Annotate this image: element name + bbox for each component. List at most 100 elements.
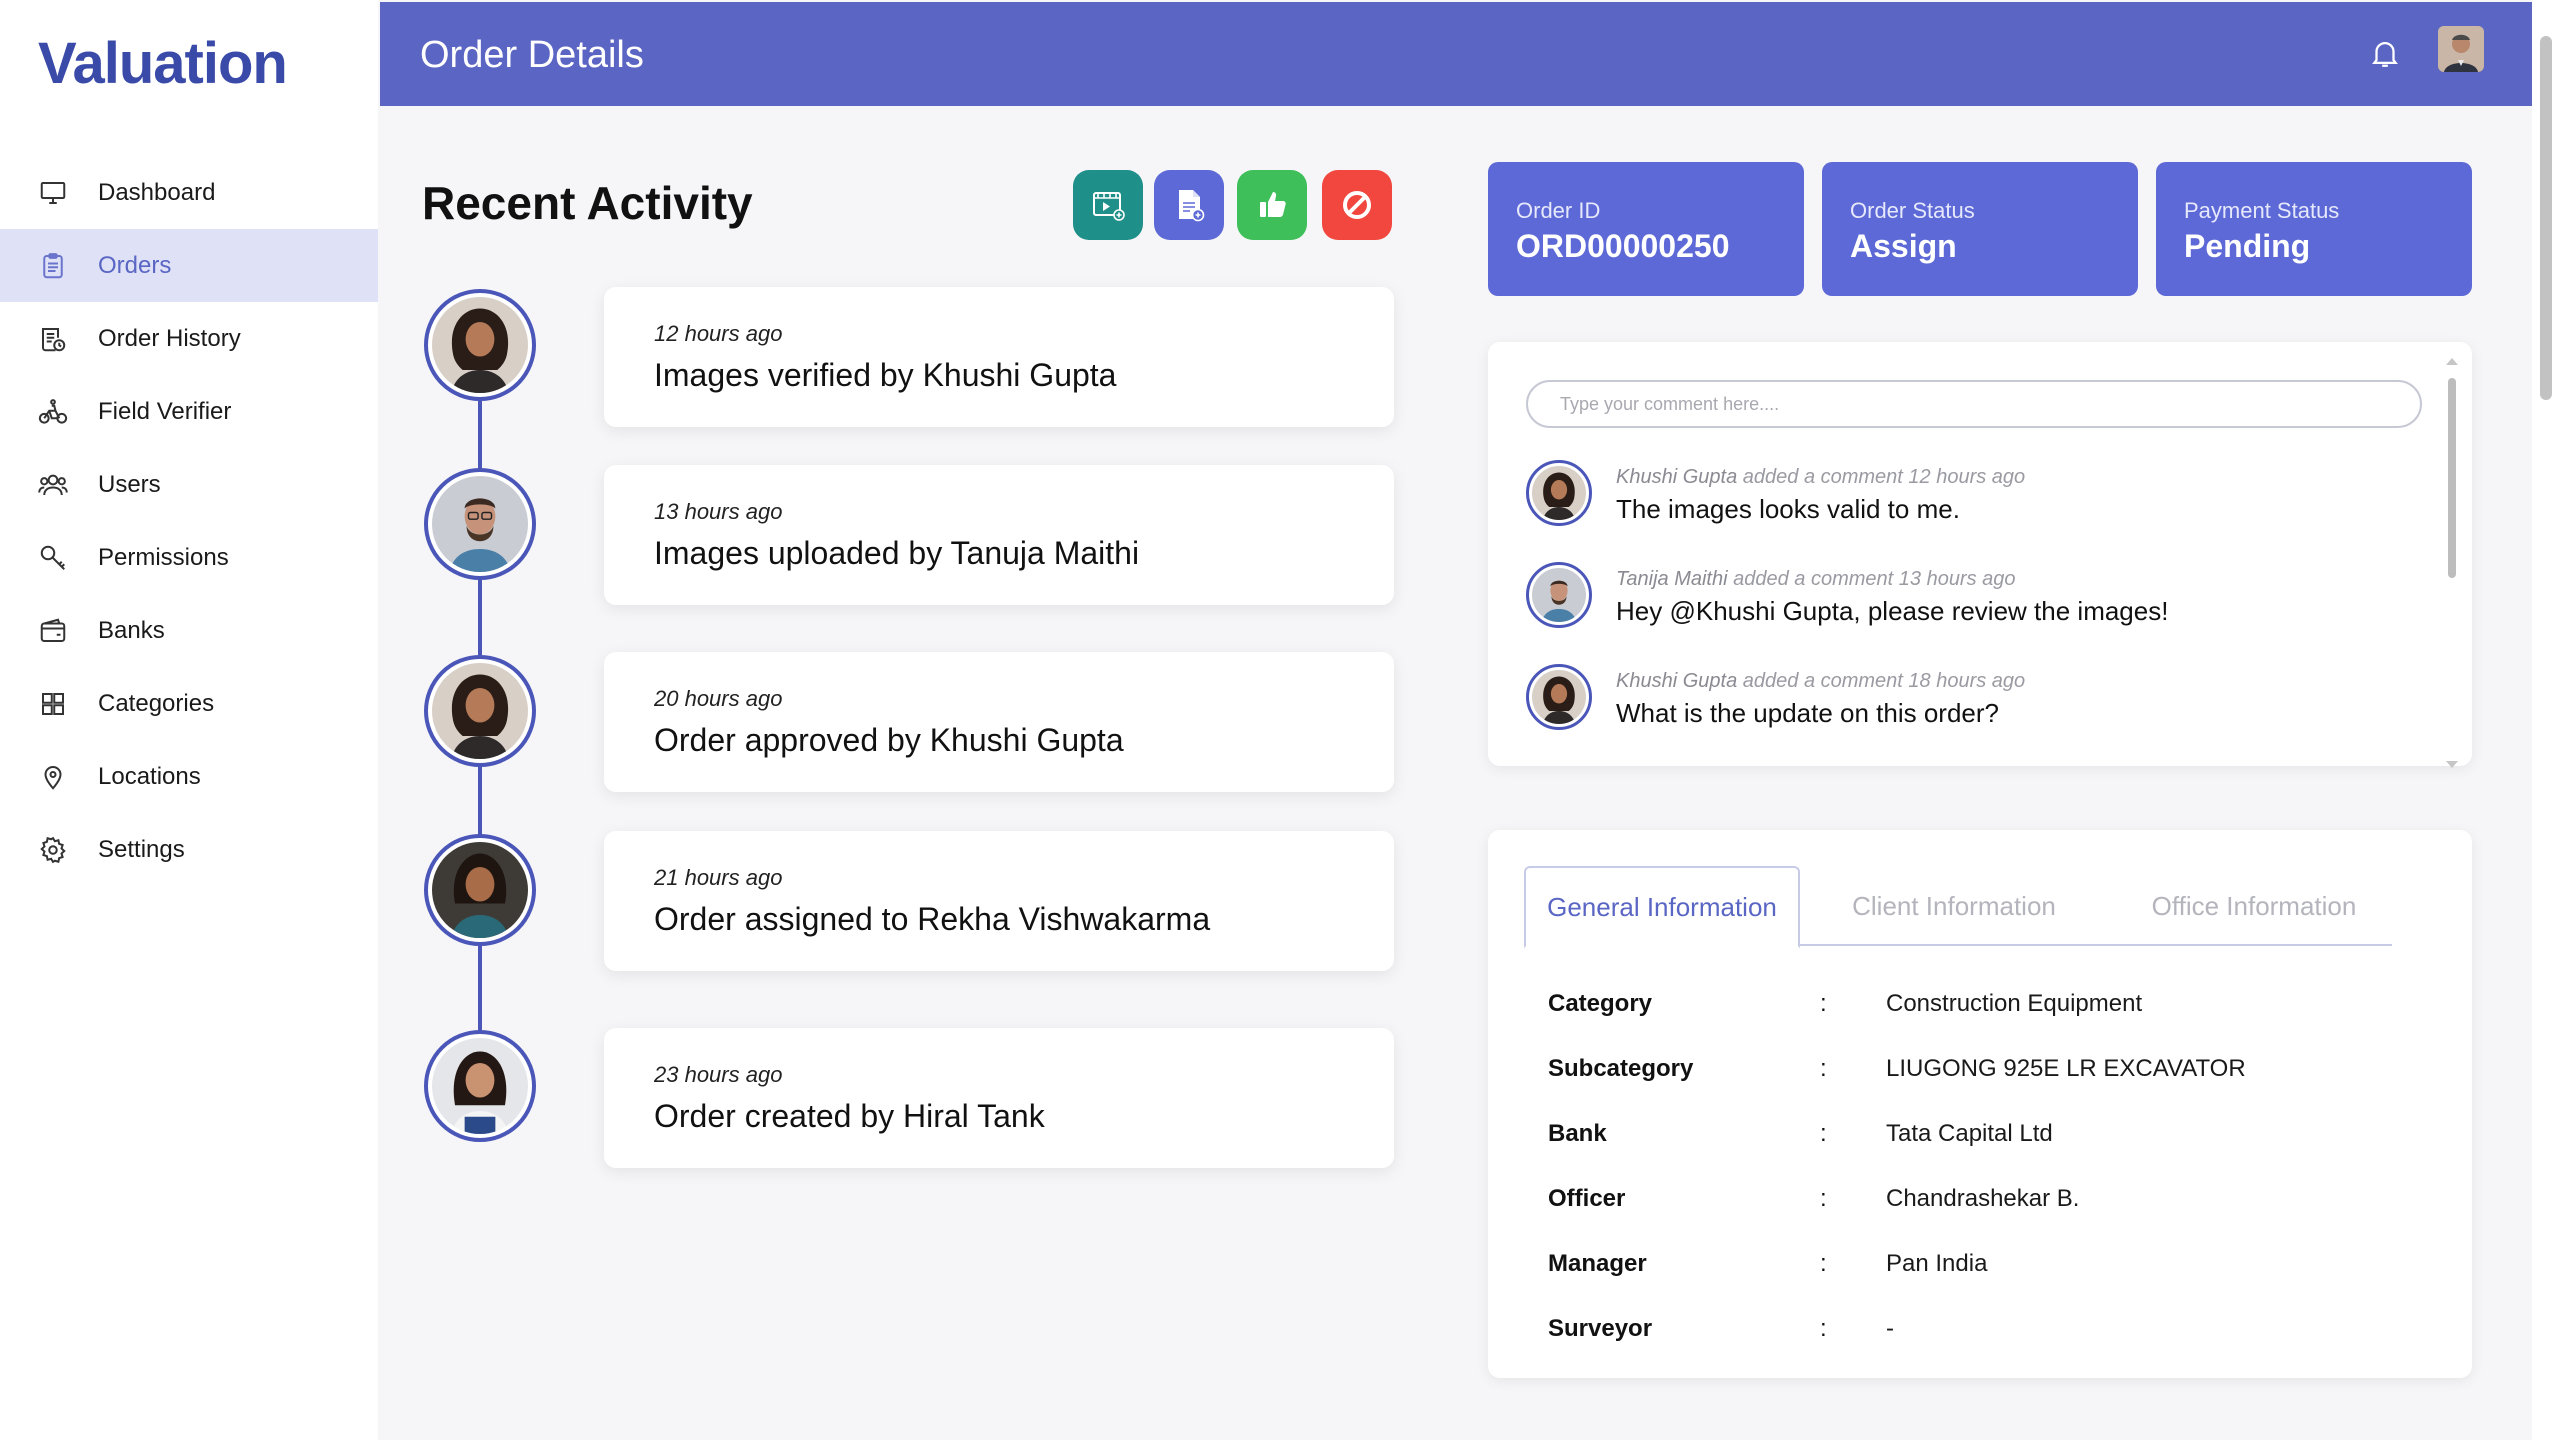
info-key: Subcategory xyxy=(1548,1055,1694,1082)
order-status-card: Order Status Assign xyxy=(1822,162,2138,296)
activity-text: Images uploaded by Tanuja Maithi xyxy=(654,535,1140,571)
sidebar-item-dashboard[interactable]: Dashboard xyxy=(0,156,378,229)
tab-client-information[interactable]: Client Information xyxy=(1814,866,2094,946)
comment-author[interactable]: Khushi Gupta xyxy=(1616,670,1737,692)
comment-text: The images looks valid to me. xyxy=(1616,494,1960,524)
info-key: Bank xyxy=(1548,1120,1607,1147)
order-id-card: Order ID ORD00000250 xyxy=(1488,162,1804,296)
video-gallery-icon xyxy=(1093,192,1125,221)
gear-icon xyxy=(36,833,70,867)
info-row-surveyor: Surveyor : - xyxy=(1548,1315,2368,1355)
info-key: Surveyor xyxy=(1548,1315,1653,1342)
top-header: Order Details xyxy=(380,2,2532,106)
tab-general-information[interactable]: General Information xyxy=(1524,866,1800,948)
order-status-value: Assign xyxy=(1850,228,1957,264)
clipboard-icon xyxy=(36,249,70,283)
comment-item: Tanija Maithi added a comment 13 hours a… xyxy=(1526,562,2426,642)
info-row-subcategory: Subcategory : LIUGONG 925E LR EXCAVATOR xyxy=(1548,1055,2368,1095)
activity-card: 21 hours ago Order assigned to Rekha Vis… xyxy=(604,831,1394,971)
add-document-button[interactable] xyxy=(1154,170,1224,240)
sidebar-item-settings[interactable]: Settings xyxy=(0,813,378,886)
activity-avatar xyxy=(424,289,536,401)
scroll-thumb[interactable] xyxy=(2448,378,2456,578)
approve-button[interactable] xyxy=(1237,170,1307,240)
video-gallery-button[interactable] xyxy=(1073,170,1143,240)
activity-card: 13 hours ago Images uploaded by Tanuja M… xyxy=(604,465,1394,605)
comment-item: Khushi Gupta added a comment 18 hours ag… xyxy=(1526,664,2426,744)
motorbike-icon xyxy=(36,395,70,429)
comment-meta: Khushi Gupta added a comment 12 hours ag… xyxy=(1616,466,2025,489)
activity-time: 13 hours ago xyxy=(654,499,783,524)
location-pin-icon xyxy=(36,760,70,794)
activity-text: Order approved by Khushi Gupta xyxy=(654,722,1124,758)
order-id-value: ORD00000250 xyxy=(1516,228,1730,264)
info-row-manager: Manager : Pan India xyxy=(1548,1250,2368,1290)
sidebar-item-categories[interactable]: Categories xyxy=(0,667,378,740)
comments-scrollbar[interactable] xyxy=(2446,358,2458,768)
activity-time: 12 hours ago xyxy=(654,321,783,346)
key-icon xyxy=(36,541,70,575)
comments-panel: Khushi Gupta added a comment 12 hours ag… xyxy=(1488,342,2472,768)
info-separator: : xyxy=(1820,1315,1827,1342)
scroll-up-arrow-icon[interactable] xyxy=(2446,358,2458,365)
payment-status-label: Payment Status xyxy=(2184,198,2340,223)
thumbs-up-icon xyxy=(1260,192,1286,217)
order-id-label: Order ID xyxy=(1516,198,1601,223)
wallet-icon xyxy=(36,614,70,648)
info-tabs: General Information Client Information O… xyxy=(1524,866,2394,948)
info-row-category: Category : Construction Equipment xyxy=(1548,990,2368,1030)
bell-icon[interactable] xyxy=(2368,36,2402,70)
sidebar-item-label: Categories xyxy=(98,689,215,717)
sidebar-item-order-history[interactable]: Order History xyxy=(0,302,378,375)
info-value: Pan India xyxy=(1886,1250,1988,1277)
app-logo[interactable]: Valuation xyxy=(38,30,288,97)
comment-input[interactable] xyxy=(1526,380,2422,428)
order-status-label: Order Status xyxy=(1850,198,1975,223)
sidebar-item-label: Permissions xyxy=(98,543,229,571)
block-icon xyxy=(1343,191,1371,219)
sidebar-item-users[interactable]: Users xyxy=(0,448,378,521)
info-key: Category xyxy=(1548,990,1653,1017)
activity-text: Images verified by Khushi Gupta xyxy=(654,357,1117,393)
sidebar-item-permissions[interactable]: Permissions xyxy=(0,521,378,594)
info-value: Tata Capital Ltd xyxy=(1886,1120,2053,1147)
info-key: Officer xyxy=(1548,1185,1626,1212)
sidebar-item-orders[interactable]: Orders xyxy=(0,229,378,302)
sidebar-item-label: Users xyxy=(98,470,161,498)
info-key: Manager xyxy=(1548,1250,1647,1277)
page-scrollbar[interactable] xyxy=(2532,0,2560,1440)
sidebar-item-banks[interactable]: Banks xyxy=(0,594,378,667)
comment-meta: Tanija Maithi added a comment 13 hours a… xyxy=(1616,568,2016,591)
activity-card: 23 hours ago Order created by Hiral Tank xyxy=(604,1028,1394,1168)
grid-icon xyxy=(36,687,70,721)
user-avatar[interactable] xyxy=(2438,26,2484,72)
activity-card: 20 hours ago Order approved by Khushi Gu… xyxy=(604,652,1394,792)
scroll-down-arrow-icon[interactable] xyxy=(2446,761,2458,768)
information-panel: General Information Client Information O… xyxy=(1488,830,2472,1378)
users-icon xyxy=(36,468,70,502)
page-scroll-thumb[interactable] xyxy=(2540,36,2552,400)
sidebar-item-locations[interactable]: Locations xyxy=(0,740,378,813)
comment-action: added a comment 13 hours ago xyxy=(1733,568,2016,590)
sidebar-item-field-verifier[interactable]: Field Verifier xyxy=(0,375,378,448)
history-doc-icon xyxy=(36,322,70,356)
info-row-bank: Bank : Tata Capital Ltd xyxy=(1548,1120,2368,1160)
info-value: Chandrashekar B. xyxy=(1886,1185,2080,1212)
payment-status-card: Payment Status Pending xyxy=(2156,162,2472,296)
activity-time: 21 hours ago xyxy=(654,865,783,890)
info-separator: : xyxy=(1820,1055,1827,1082)
reject-button[interactable] xyxy=(1322,170,1392,240)
comment-text: What is the update on this order? xyxy=(1616,698,2000,728)
comment-author[interactable]: Tanija Maithi xyxy=(1616,568,1728,590)
comment-text: Hey @Khushi Gupta, please review the ima… xyxy=(1616,596,2169,626)
comment-action: added a comment 12 hours ago xyxy=(1742,466,2026,488)
comment-avatar xyxy=(1526,664,1592,730)
sidebar-item-label: Dashboard xyxy=(98,178,216,206)
tab-office-information[interactable]: Office Information xyxy=(2114,866,2394,946)
activity-avatar xyxy=(424,468,536,580)
sidebar-item-label: Field Verifier xyxy=(98,397,232,425)
comment-meta: Khushi Gupta added a comment 18 hours ag… xyxy=(1616,670,2025,693)
info-value: Construction Equipment xyxy=(1886,990,2143,1017)
comment-author[interactable]: Khushi Gupta xyxy=(1616,466,1737,488)
info-row-officer: Officer : Chandrashekar B. xyxy=(1548,1185,2368,1225)
